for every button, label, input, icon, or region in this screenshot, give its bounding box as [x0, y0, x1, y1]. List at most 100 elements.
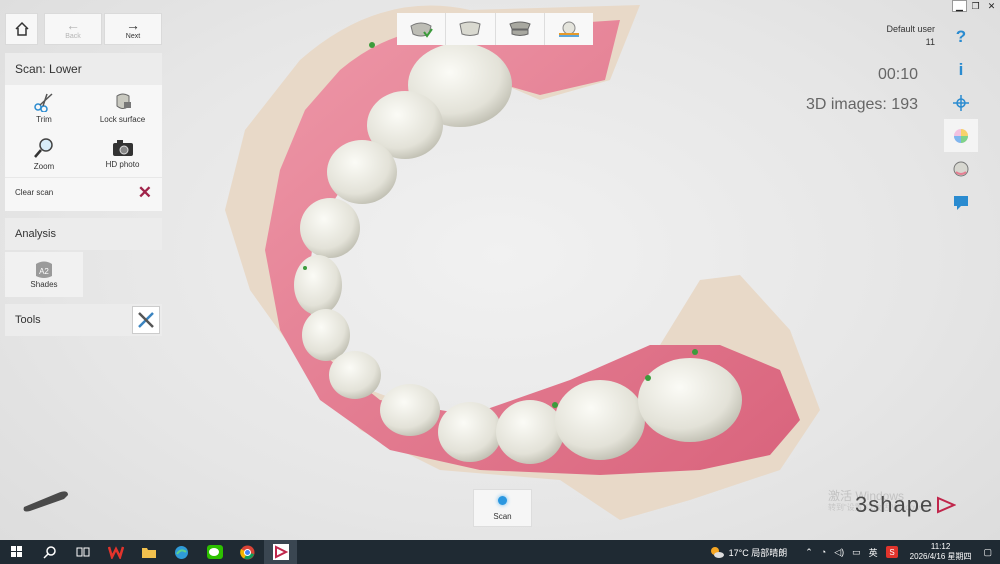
arrow-left-icon: ← — [66, 16, 80, 33]
clear-scan-label: Clear scan — [15, 188, 54, 197]
shade-tooth-icon: A2 — [36, 261, 52, 278]
user-count: 11 — [925, 37, 935, 47]
trim-label: Trim — [36, 115, 52, 124]
camera-icon — [112, 140, 133, 156]
bite-step-icon — [508, 21, 531, 36]
back-label: Back — [65, 32, 81, 40]
workflow-step-lower[interactable] — [446, 13, 496, 45]
taskbar-clock[interactable]: 11:12 2026/4/16 星期四 — [910, 542, 972, 562]
comment-icon — [954, 195, 968, 210]
scan-button[interactable]: Scan — [473, 489, 532, 527]
3shape-app-icon — [272, 544, 289, 560]
tools-panel: Tools — [5, 304, 162, 336]
3shape-app[interactable] — [264, 540, 297, 564]
clear-scan-row[interactable]: Clear scan ✕ — [5, 177, 162, 207]
scan-dot-icon — [498, 495, 507, 505]
shades-button[interactable]: A2 Shades — [5, 252, 83, 297]
scan-panel-title: Scan: Lower — [5, 53, 162, 85]
clock-time: 11:12 — [930, 542, 951, 551]
crosshair-icon — [953, 94, 969, 111]
zoom-label: Zoom — [33, 162, 55, 171]
restore-button[interactable]: ❐ — [968, 0, 983, 12]
wps-app[interactable] — [99, 540, 132, 564]
chrome-app[interactable] — [231, 540, 264, 564]
scissors-icon — [34, 93, 53, 112]
task-view-button[interactable] — [66, 540, 99, 564]
back-button[interactable]: ← Back — [44, 13, 102, 45]
next-button[interactable]: → Next — [104, 13, 162, 45]
edge-app[interactable] — [165, 540, 198, 564]
tooth-sphere-icon — [953, 161, 969, 176]
task-view-icon — [76, 547, 89, 557]
weather-icon — [710, 547, 724, 558]
help-icon: ? — [955, 26, 967, 46]
network-icon[interactable]: ◔ — [821, 547, 826, 557]
workflow-step-post[interactable] — [545, 13, 593, 45]
next-label: Next — [125, 32, 141, 40]
volume-icon[interactable]: ◁) — [834, 547, 844, 558]
search-button[interactable] — [33, 540, 66, 564]
workflow-step-upper[interactable] — [397, 13, 447, 45]
analysis-panel: Analysis — [5, 218, 162, 250]
start-button[interactable] — [0, 540, 33, 564]
notification-icon[interactable]: ▢ — [983, 547, 992, 558]
tooth-view-button[interactable] — [944, 152, 978, 185]
close-icon[interactable]: ✕ — [138, 184, 152, 201]
wechat-icon — [206, 545, 223, 559]
scan-label: Scan — [493, 511, 512, 521]
lock-surface-label: Lock surface — [99, 115, 146, 124]
tools-button[interactable] — [132, 306, 160, 334]
brand-logo: 3shape — [855, 492, 957, 518]
info-button[interactable]: i — [944, 53, 978, 86]
shades-label: Shades — [30, 280, 58, 289]
wps-icon — [107, 546, 124, 559]
search-icon — [42, 546, 56, 559]
analysis-title: Analysis — [5, 218, 162, 250]
lock-surface-icon — [116, 93, 131, 109]
home-icon — [14, 21, 29, 36]
trim-tool[interactable]: Trim — [5, 85, 83, 131]
right-toolbar: ? i — [944, 20, 978, 218]
color-wheel-icon — [954, 128, 968, 143]
hd-photo-label: HD photo — [105, 160, 140, 169]
wrench-screwdriver-icon — [138, 312, 154, 328]
windows-logo-icon — [10, 546, 22, 557]
brand-name: 3shape — [855, 492, 934, 517]
wechat-app[interactable] — [198, 540, 231, 564]
battery-icon[interactable]: ▭ — [852, 547, 861, 558]
weather-text[interactable]: 17°C 局部晴朗 — [729, 546, 788, 559]
sogou-ime-icon[interactable]: S — [885, 546, 898, 558]
image-count: 3D images: 193 — [805, 96, 918, 113]
chrome-icon — [240, 545, 255, 559]
post-process-step-icon — [558, 21, 579, 37]
info-icon: i — [958, 59, 964, 79]
minimize-button[interactable]: ▁ — [952, 0, 967, 12]
upper-jaw-step-icon — [410, 22, 433, 38]
lower-jaw-step-icon — [459, 21, 481, 36]
ime-indicator[interactable]: 英 — [869, 546, 878, 559]
tools-title: Tools — [15, 314, 41, 326]
workflow-step-bite[interactable] — [496, 13, 545, 45]
scan-timer: 00:10 — [877, 66, 918, 83]
scan-panel: Scan: Lower Trim Lock surface Zoom HD ph… — [5, 53, 162, 211]
scanner-wand-icon — [23, 491, 69, 512]
clock-date: 2026/4/16 星期四 — [909, 552, 972, 561]
home-button[interactable] — [5, 13, 38, 45]
comment-button[interactable] — [944, 185, 978, 218]
center-view-button[interactable] — [944, 86, 978, 119]
zoom-tool[interactable]: Zoom — [5, 131, 83, 177]
magnifier-icon — [34, 138, 53, 158]
file-explorer-app[interactable] — [132, 540, 165, 564]
close-window-button[interactable]: ✕ — [984, 0, 999, 12]
hd-photo-tool[interactable]: HD photo — [83, 131, 162, 177]
folder-icon — [141, 547, 156, 558]
workflow-strip — [397, 13, 593, 45]
lock-surface-tool[interactable]: Lock surface — [83, 85, 162, 131]
help-button[interactable]: ? — [944, 20, 978, 53]
windows-taskbar: 17°C 局部晴朗 ⌃ ◔ ◁) ▭ 英 S 11:12 2026/4/16 星… — [0, 540, 1000, 564]
color-toggle-button[interactable] — [944, 119, 978, 152]
shades-badge: A2 — [39, 267, 49, 276]
chevron-up-icon[interactable]: ⌃ — [805, 547, 813, 558]
system-tray: 17°C 局部晴朗 ⌃ ◔ ◁) ▭ 英 S 11:12 2026/4/16 星… — [709, 540, 1000, 564]
arrow-right-icon: → — [126, 16, 140, 33]
